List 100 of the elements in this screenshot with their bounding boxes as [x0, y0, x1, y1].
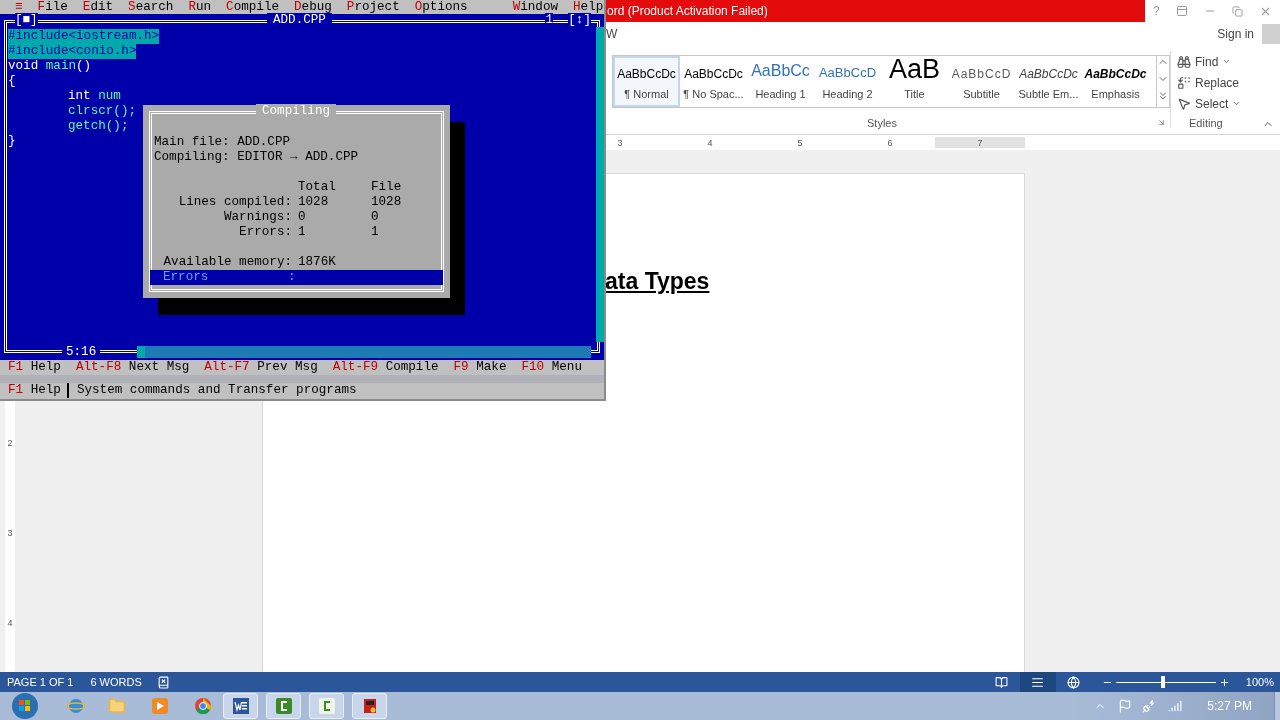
- hint-item[interactable]: F9 Make: [453, 360, 507, 375]
- ruler-number: 3: [7, 527, 13, 540]
- ruler-number: 4: [706, 137, 714, 148]
- code-line: void main(): [8, 59, 92, 74]
- globe-icon: [1067, 675, 1081, 689]
- style-name: Heading 2: [822, 86, 873, 102]
- menu-item[interactable]: Help: [573, 0, 604, 15]
- style-item[interactable]: AaBbCcDc ¶ Normal: [613, 56, 680, 107]
- word-icon: [232, 698, 249, 714]
- menu-item[interactable]: Options: [414, 0, 468, 15]
- caret-icon: [1222, 57, 1232, 66]
- hint-item[interactable]: Alt-F9 Compile: [332, 360, 439, 375]
- chrome-icon[interactable]: [195, 698, 211, 714]
- editing-button[interactable]: Replace: [1177, 72, 1259, 93]
- hint-item[interactable]: F1 Help: [8, 360, 61, 375]
- more-styles-icon[interactable]: [1157, 90, 1169, 102]
- horizontal-scrollbar[interactable]: [137, 346, 591, 358]
- status-message: System commands and Transfer programs: [75, 383, 357, 398]
- recorder-taskbar-button[interactable]: [266, 693, 301, 719]
- zoom-thumb[interactable]: [1160, 676, 1165, 688]
- editing-button[interactable]: Select: [1177, 93, 1259, 114]
- editing-button[interactable]: Find: [1177, 51, 1259, 72]
- style-item[interactable]: AaBbCcDc Emphasis: [1082, 56, 1149, 107]
- word-taskbar-button[interactable]: [223, 693, 258, 719]
- message-label: Errors: [162, 270, 210, 285]
- hint-item[interactable]: Alt-F7 Prev Msg: [204, 360, 318, 375]
- menu-item[interactable]: Run: [188, 0, 212, 15]
- style-preview: AaBbCcDc: [1019, 65, 1078, 83]
- ruler-number: 6: [886, 137, 894, 148]
- style-name: Title: [904, 86, 925, 102]
- ruler-number: 7: [976, 137, 984, 148]
- vertical-scrollbar[interactable]: [596, 27, 604, 342]
- row-label: Errors:: [238, 225, 292, 240]
- hint-item[interactable]: Alt-F8 Next Msg: [75, 360, 190, 375]
- flag-icon[interactable]: [1118, 699, 1133, 713]
- code-line: clrscr();: [68, 104, 137, 119]
- menu-item[interactable]: File: [37, 0, 68, 15]
- show-desktop-button[interactable]: [1274, 692, 1280, 720]
- browser-icon[interactable]: [67, 697, 85, 715]
- style-item[interactable]: AaB Title: [881, 56, 948, 107]
- menu-item[interactable]: Search: [128, 0, 174, 15]
- code-line: int num: [68, 89, 121, 104]
- column-header: Total: [298, 180, 337, 195]
- editor-icon: [318, 698, 335, 714]
- media-player-icon[interactable]: [152, 698, 168, 714]
- menu-item[interactable]: ≡: [15, 0, 23, 15]
- restore-icon[interactable]: [1231, 5, 1243, 17]
- dialog-info: Compiling: EDITOR → ADD.CPP: [153, 150, 360, 165]
- zoom-in-icon[interactable]: [1218, 676, 1230, 688]
- zoom-slider[interactable]: [1115, 676, 1216, 688]
- message-separator: :: [288, 270, 296, 285]
- total-value: 0: [298, 210, 307, 225]
- row-label: Lines compiled:: [177, 195, 292, 210]
- style-item[interactable]: AaBbCc Heading 1: [747, 56, 814, 107]
- zoom-percent[interactable]: 100%: [1245, 673, 1274, 691]
- menu-item[interactable]: Debug: [294, 0, 332, 15]
- close-box[interactable]: [■]: [15, 13, 38, 28]
- row-label: Warnings:: [222, 210, 292, 225]
- signal-icon[interactable]: [1168, 699, 1183, 713]
- total-value: 1: [298, 225, 307, 240]
- style-item[interactable]: AaBbCcDc Subtle Em...: [1015, 56, 1082, 107]
- ruler-number: 3: [616, 137, 624, 148]
- menu-item[interactable]: Compile: [226, 0, 280, 15]
- zoom-box[interactable]: [↕]: [568, 13, 591, 28]
- page-count[interactable]: PAGE 1 OF 1: [7, 673, 74, 691]
- ribbon-display-icon[interactable]: [1175, 5, 1188, 17]
- page-lines-icon: [1031, 675, 1045, 689]
- file-value: 1: [371, 225, 380, 240]
- style-item[interactable]: AaBbCcDc ¶ No Spac...: [680, 56, 747, 107]
- replace-icon: [1177, 75, 1191, 90]
- style-preview: AaB: [888, 54, 940, 83]
- code-line: }: [8, 134, 16, 149]
- code-line: getch();: [68, 119, 129, 134]
- style-item[interactable]: AaBbCcD Subtitle: [948, 56, 1015, 107]
- style-preview: AaBbCcD: [818, 64, 877, 82]
- view-button[interactable]: [1019, 672, 1056, 692]
- menu-item[interactable]: Project: [346, 0, 400, 15]
- file-value: 1028: [371, 195, 403, 210]
- ruler-number: 4: [7, 617, 13, 630]
- style-name: Subtle Em...: [1018, 86, 1079, 102]
- power-icon[interactable]: [1142, 699, 1157, 713]
- hint-item[interactable]: F10 Menu: [521, 360, 582, 375]
- dos-taskbar-button[interactable]: [352, 693, 387, 719]
- document-heading: ata Types: [605, 268, 710, 294]
- word-count[interactable]: 6 WORDS: [90, 673, 142, 691]
- binoculars-icon: [1177, 54, 1191, 69]
- sign-in-link[interactable]: Sign in: [1217, 24, 1254, 43]
- menu-item[interactable]: Window: [512, 0, 559, 15]
- memory-label: Available memory:: [162, 255, 292, 270]
- ribbon-tab[interactable]: W: [606, 24, 618, 43]
- editor-taskbar-button[interactable]: [309, 693, 344, 719]
- status-help[interactable]: F1 Help: [8, 383, 69, 398]
- dialog-launcher-icon[interactable]: [1157, 118, 1166, 128]
- avatar[interactable]: [1262, 23, 1280, 44]
- start-button[interactable]: [10, 692, 40, 720]
- style-name: ¶ Normal: [624, 86, 669, 102]
- proofing-icon[interactable]: [156, 675, 170, 689]
- menu-item[interactable]: Edit: [82, 0, 114, 15]
- book-icon: [995, 675, 1009, 689]
- style-item[interactable]: AaBbCcD Heading 2: [814, 56, 881, 107]
